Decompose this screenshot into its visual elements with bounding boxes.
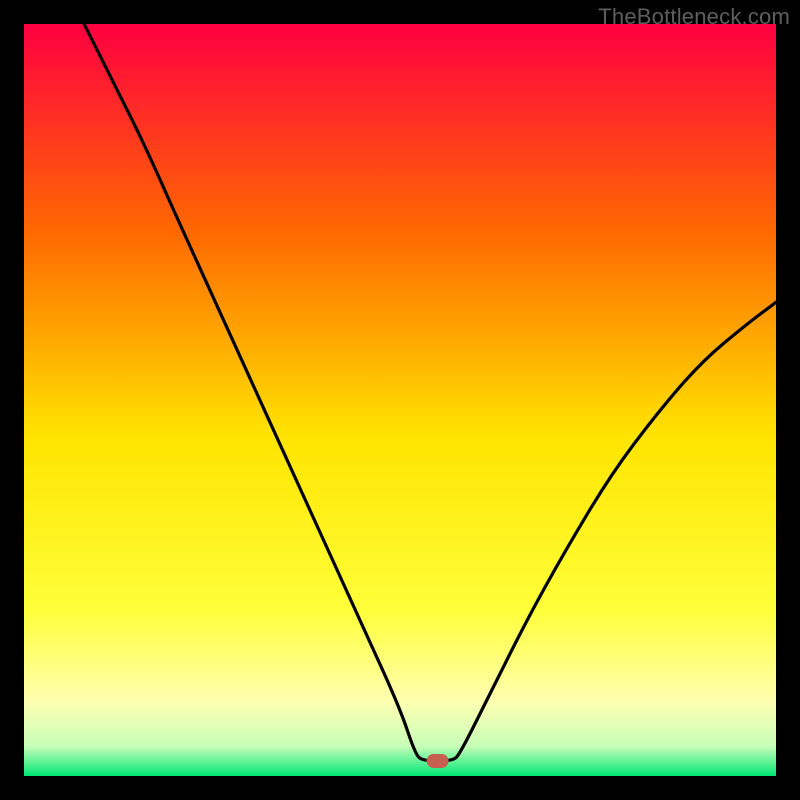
gradient-background xyxy=(24,24,776,776)
chart-plot-area xyxy=(24,24,776,776)
optimal-marker xyxy=(427,754,449,768)
watermark-text: TheBottleneck.com xyxy=(598,4,790,30)
chart-svg xyxy=(24,24,776,776)
